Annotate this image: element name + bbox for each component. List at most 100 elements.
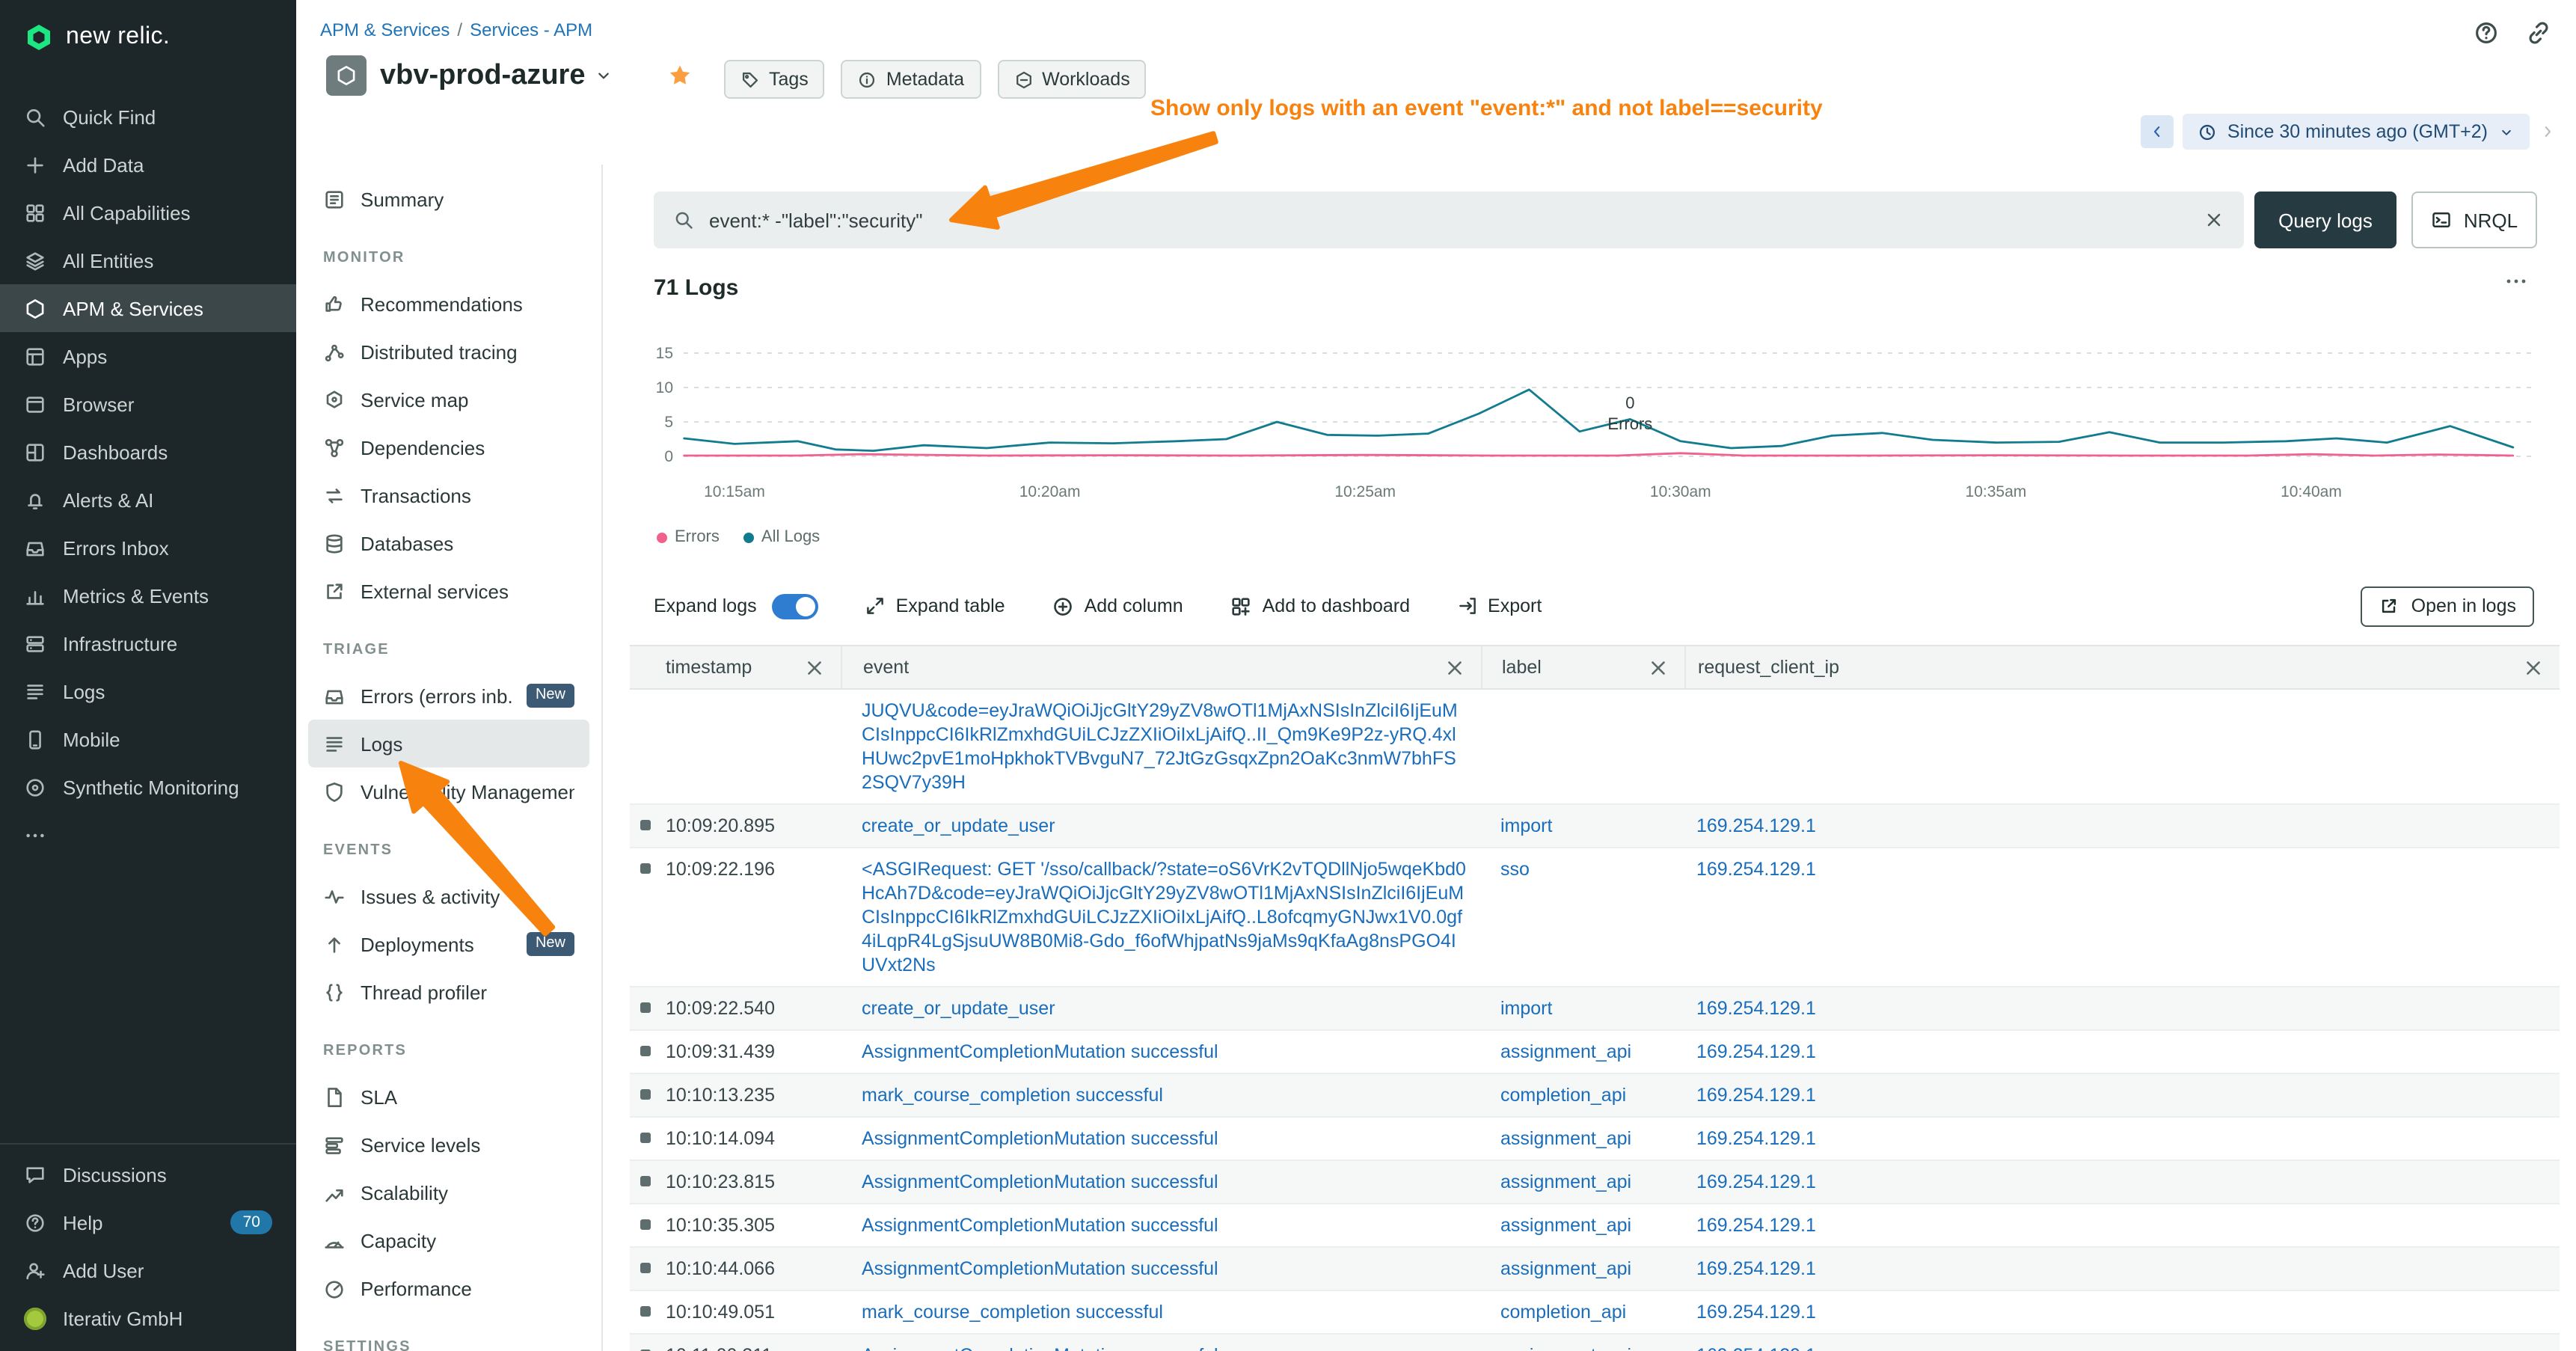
time-forward-button[interactable] (2539, 123, 2557, 141)
subnav-item-external-services[interactable]: External services (308, 567, 589, 615)
chart-menu-icon[interactable] (2504, 269, 2528, 293)
tags-button[interactable]: Tags (724, 60, 825, 99)
log-row[interactable]: 10:10:14.094AssignmentCompletionMutation… (630, 1118, 2560, 1161)
log-label-link[interactable]: assignment_api (1481, 1248, 1684, 1290)
time-picker[interactable]: Since 30 minutes ago (GMT+2) (2183, 114, 2530, 150)
expand-table-button[interactable]: Expand table (865, 595, 1005, 616)
remove-column-icon[interactable] (1647, 656, 1684, 678)
subnav-item-issues-activity[interactable]: Issues & activity (308, 872, 589, 920)
log-event-link[interactable]: JUQVU&code=eyJraWQiOiJjcGltY29yZV8wOTl1M… (841, 690, 1481, 803)
entity-name[interactable]: vbv-prod-azure (380, 59, 586, 92)
brand[interactable]: new relic. (0, 0, 296, 75)
nav-item-browser[interactable]: Browser (0, 380, 296, 428)
add-to-dashboard-button[interactable]: Add to dashboard (1230, 595, 1410, 617)
export-button[interactable]: Export (1456, 595, 1542, 616)
subnav-item-distributed-tracing[interactable]: Distributed tracing (308, 328, 589, 376)
nav-item-quick-find[interactable]: Quick Find (0, 93, 296, 141)
nav-item-mobile[interactable]: Mobile (0, 715, 296, 763)
log-ip-link[interactable]: 169.254.129.1 (1684, 1074, 2560, 1116)
logs-query-input[interactable]: event:* -"label":"security" (654, 192, 2244, 248)
nav-item-apm-services[interactable]: APM & Services (0, 284, 296, 332)
log-event-link[interactable]: create_or_update_user (841, 805, 1481, 847)
log-label-link[interactable]: assignment_api (1481, 1161, 1684, 1203)
subnav-item-performance[interactable]: Performance (308, 1264, 589, 1312)
subnav-item-service-levels[interactable]: Service levels (308, 1121, 589, 1168)
favorite-star-icon[interactable] (668, 63, 693, 88)
log-label-link[interactable]: sso (1481, 848, 1684, 986)
subnav-item-service-map[interactable]: Service map (308, 376, 589, 423)
permalink-icon[interactable] (2525, 19, 2552, 46)
legend-item-errors[interactable]: Errors (657, 528, 720, 546)
log-event-link[interactable]: mark_course_completion successful (841, 1074, 1481, 1116)
log-row[interactable]: 10:10:23.815AssignmentCompletionMutation… (630, 1161, 2560, 1204)
breadcrumb-services-apm[interactable]: Services - APM (470, 19, 592, 40)
log-event-link[interactable]: AssignmentCompletionMutation successful (841, 1204, 1481, 1246)
log-event-link[interactable]: AssignmentCompletionMutation successful (841, 1118, 1481, 1159)
log-ip-link[interactable]: 169.254.129.1 (1684, 1204, 2560, 1246)
column-header-label[interactable]: label (1481, 646, 1684, 688)
log-ip-link[interactable]: 169.254.129.1 (1684, 1248, 2560, 1290)
nav-footer-add-user[interactable]: Add User (0, 1246, 296, 1294)
log-event-link[interactable]: AssignmentCompletionMutation successful (841, 1335, 1481, 1351)
workloads-button[interactable]: Workloads (997, 60, 1147, 99)
log-event-link[interactable]: AssignmentCompletionMutation successful (841, 1161, 1481, 1203)
column-header-timestamp[interactable]: timestamp (630, 646, 841, 688)
nav-item-apps[interactable]: Apps (0, 332, 296, 380)
subnav-item-summary[interactable]: Summary (308, 175, 589, 223)
nav-footer-help[interactable]: Help70 (0, 1198, 296, 1246)
subnav-item-deployments[interactable]: DeploymentsNew (308, 920, 589, 968)
column-header-request_client_ip[interactable]: request_client_ip (1684, 646, 2560, 688)
log-label-link[interactable]: import (1481, 987, 1684, 1029)
subnav-item-databases[interactable]: Databases (308, 519, 589, 567)
log-event-link[interactable]: AssignmentCompletionMutation successful (841, 1248, 1481, 1290)
log-label-link[interactable]: completion_api (1481, 1074, 1684, 1116)
log-row[interactable]: 10:09:22.196<ASGIRequest: GET '/sso/call… (630, 848, 2560, 987)
log-event-link[interactable]: create_or_update_user (841, 987, 1481, 1029)
subnav-item-sla[interactable]: SLA (308, 1073, 589, 1121)
log-row[interactable]: 10:09:22.540create_or_update_userimport1… (630, 987, 2560, 1031)
subnav-item-dependencies[interactable]: Dependencies (308, 423, 589, 471)
log-label-link[interactable]: assignment_api (1481, 1335, 1684, 1351)
add-column-button[interactable]: Add column (1052, 595, 1183, 617)
subnav-item-errors-errors-inb[interactable]: Errors (errors inb...New (308, 672, 589, 720)
log-ip-link[interactable]: 169.254.129.1 (1684, 1161, 2560, 1203)
nav-item-metrics-events[interactable]: Metrics & Events (0, 572, 296, 619)
log-ip-link[interactable]: 169.254.129.1 (1684, 1118, 2560, 1159)
nav-footer-iterativ-gmbh[interactable]: Iterativ GmbH (0, 1294, 296, 1342)
nav-item-logs[interactable]: Logs (0, 667, 296, 715)
clear-query-icon[interactable] (2204, 209, 2224, 230)
nav-footer-discussions[interactable]: Discussions (0, 1151, 296, 1198)
nav-item-all-entities[interactable]: All Entities (0, 236, 296, 284)
remove-column-icon[interactable] (1444, 656, 1481, 678)
subnav-item-vulnerability-management[interactable]: Vulnerability Management (308, 768, 589, 815)
nav-item-dots[interactable] (0, 811, 296, 859)
log-row[interactable]: 10:10:35.305AssignmentCompletionMutation… (630, 1204, 2560, 1248)
nav-item-add-data[interactable]: Add Data (0, 141, 296, 189)
nav-item-dashboards[interactable]: Dashboards (0, 428, 296, 476)
log-row[interactable]: 10:09:20.895create_or_update_userimport1… (630, 805, 2560, 848)
log-row[interactable]: 10:10:49.051mark_course_completion succe… (630, 1291, 2560, 1335)
log-ip-link[interactable]: 169.254.129.1 (1684, 848, 2560, 986)
log-row[interactable]: 10:10:13.235mark_course_completion succe… (630, 1074, 2560, 1118)
help-circle-icon[interactable] (2473, 19, 2500, 46)
subnav-item-transactions[interactable]: Transactions (308, 471, 589, 519)
legend-item-all-logs[interactable]: All Logs (743, 528, 820, 546)
nav-item-alerts-ai[interactable]: Alerts & AI (0, 476, 296, 524)
logs-timeseries-chart[interactable]: 05101510:15am10:20am10:25am10:30am10:35a… (654, 329, 2543, 512)
subnav-item-recommendations[interactable]: Recommendations (308, 280, 589, 328)
subnav-item-scalability[interactable]: Scalability (308, 1168, 589, 1216)
query-logs-button[interactable]: Query logs (2254, 192, 2396, 248)
remove-column-icon[interactable] (2522, 656, 2560, 678)
log-event-link[interactable]: AssignmentCompletionMutation successful (841, 1031, 1481, 1073)
log-row[interactable]: JUQVU&code=eyJraWQiOiJjcGltY29yZV8wOTl1M… (630, 690, 2560, 805)
log-label-link[interactable]: completion_api (1481, 1291, 1684, 1333)
log-ip-link[interactable]: 169.254.129.1 (1684, 805, 2560, 847)
log-row[interactable]: 10:10:44.066AssignmentCompletionMutation… (630, 1248, 2560, 1291)
column-header-event[interactable]: event (841, 646, 1481, 688)
remove-column-icon[interactable] (803, 656, 841, 678)
entity-switcher-chevron-icon[interactable] (595, 66, 614, 85)
log-label-link[interactable] (1481, 690, 1684, 803)
nav-item-errors-inbox[interactable]: Errors Inbox (0, 524, 296, 572)
time-back-button[interactable] (2141, 115, 2174, 148)
subnav-item-thread-profiler[interactable]: Thread profiler (308, 968, 589, 1016)
